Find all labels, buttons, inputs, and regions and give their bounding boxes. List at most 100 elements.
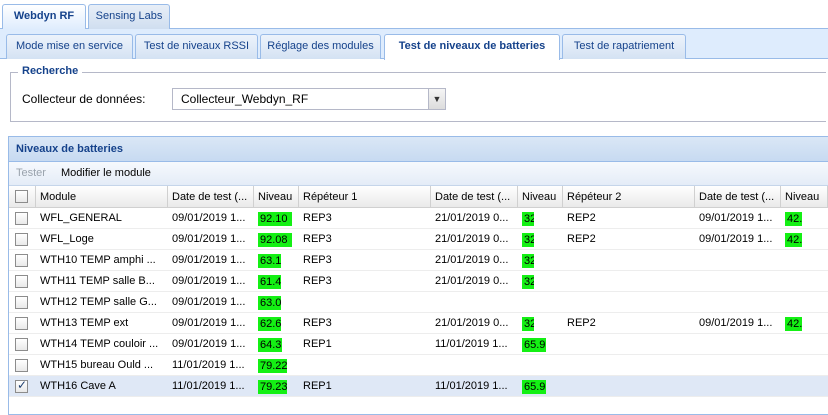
level1-cell: 32.80	[518, 313, 563, 334]
repeater2-cell: REP2	[567, 233, 596, 245]
date2-cell	[695, 271, 781, 292]
select-all-checkbox[interactable]	[15, 190, 28, 203]
header-date[interactable]: Date de test (...	[168, 186, 254, 208]
level-cell: 61.46	[254, 271, 299, 292]
test-button[interactable]: Tester	[16, 167, 46, 179]
level2-cell	[781, 334, 828, 355]
repeater1-cell: REP1	[303, 380, 332, 392]
grid-header: Module Date de test (... Niveau Répéteur…	[9, 186, 828, 208]
table-row[interactable]: WTH16 Cave A 11/01/2019 1... 79.23 REP1 11/0…	[9, 376, 828, 397]
date2-cell	[695, 355, 781, 376]
row-checkbox[interactable]	[15, 212, 28, 225]
tab-test-rssi[interactable]: Test de niveaux RSSI	[135, 34, 258, 59]
level2-cell	[781, 355, 828, 376]
header-level2[interactable]: Niveau	[781, 186, 828, 208]
battery-level-bar: 79.22	[258, 359, 287, 373]
battery-level-bar: 62.63	[258, 317, 281, 331]
level1-cell	[518, 292, 563, 313]
battery-level-bar: 42.76	[785, 233, 802, 247]
repeater2-cell	[563, 376, 695, 397]
repeater1-cell: REP3	[303, 212, 332, 224]
level1-cell: 32.80	[518, 271, 563, 292]
date1-cell: 11/01/2019 1...	[435, 380, 508, 392]
date1-cell	[431, 292, 518, 313]
table-row[interactable]: WFL_Loge 09/01/2019 1... 92.08 REP3 21/01/20…	[9, 229, 828, 250]
battery-level-bar: 92.10	[258, 212, 292, 226]
header-repeater2[interactable]: Répéteur 2	[563, 186, 695, 208]
battery-level-bar: 32.80	[522, 275, 534, 289]
tab-reglage-modules[interactable]: Réglage des modules	[260, 34, 381, 59]
header-select-all[interactable]	[9, 186, 36, 208]
date-cell: 11/01/2019 1...	[172, 359, 245, 371]
date-cell: 11/01/2019 1...	[172, 380, 245, 392]
repeater1-cell: REP3	[303, 275, 332, 287]
repeater2-cell	[563, 355, 695, 376]
row-checkbox[interactable]	[15, 233, 28, 246]
level1-cell: 65.91	[518, 334, 563, 355]
level2-cell	[781, 271, 828, 292]
level-cell: 62.63	[254, 313, 299, 334]
repeater2-cell	[563, 292, 695, 313]
row-checkbox[interactable]	[15, 338, 28, 351]
battery-level-bar: 79.23	[258, 380, 287, 394]
date2-cell	[695, 250, 781, 271]
level-cell: 92.08	[254, 229, 299, 250]
row-checkbox[interactable]	[15, 296, 28, 309]
panel-title: Niveaux de batteries	[16, 143, 123, 155]
table-row[interactable]: WTH10 TEMP amphi ... 09/01/2019 1... 63.18…	[9, 250, 828, 271]
battery-level-bar: 65.91	[522, 380, 546, 394]
date2-cell: 09/01/2019 1...	[699, 212, 773, 224]
level2-cell: 42.76	[781, 208, 828, 229]
table-row[interactable]: WTH13 TEMP ext 09/01/2019 1... 62.63 REP3 21…	[9, 313, 828, 334]
repeater2-cell	[563, 334, 695, 355]
date1-cell: 21/01/2019 0...	[435, 275, 509, 287]
module-cell: WTH14 TEMP couloir ...	[40, 338, 159, 350]
tab-mode-mise-en-service[interactable]: Mode mise en service	[6, 34, 133, 59]
repeater2-cell	[563, 271, 695, 292]
chevron-down-icon[interactable]: ▼	[428, 89, 445, 109]
row-checkbox[interactable]	[15, 378, 28, 393]
header-repeater1[interactable]: Répéteur 1	[299, 186, 431, 208]
header-module[interactable]: Module	[36, 186, 168, 208]
level-cell: 64.35	[254, 334, 299, 355]
header-level[interactable]: Niveau	[254, 186, 299, 208]
battery-level-bar: 32.80	[522, 254, 534, 268]
repeater1-cell	[299, 292, 431, 313]
date2-cell	[695, 292, 781, 313]
date2-cell	[695, 376, 781, 397]
tab-sensing-labs[interactable]: Sensing Labs	[88, 4, 170, 29]
grid-toolbar: Tester Modifier le module	[9, 162, 828, 186]
module-cell: WFL_Loge	[40, 233, 94, 245]
battery-level-bar: 42.76	[785, 212, 802, 226]
collector-select[interactable]: Collecteur_Webdyn_RF ▼	[172, 88, 446, 110]
row-checkbox[interactable]	[15, 254, 28, 267]
level2-cell: 42.76	[781, 313, 828, 334]
battery-level-bar: 32.80	[522, 212, 534, 226]
level-cell: 79.23	[254, 376, 299, 397]
row-checkbox[interactable]	[15, 275, 28, 288]
modify-module-button[interactable]: Modifier le module	[61, 167, 151, 179]
header-level1[interactable]: Niveau	[518, 186, 563, 208]
table-row[interactable]: WTH15 bureau Ould ... 11/01/2019 1... 79.2…	[9, 355, 828, 376]
table-row[interactable]: WFL_GENERAL 09/01/2019 1... 92.10 REP3 21/01…	[9, 208, 828, 229]
table-row[interactable]: WTH11 TEMP salle B... 09/01/2019 1... 61.4…	[9, 271, 828, 292]
repeater2-cell	[563, 250, 695, 271]
repeater1-cell	[299, 355, 431, 376]
table-row[interactable]: WTH14 TEMP couloir ... 09/01/2019 1... 64.…	[9, 334, 828, 355]
search-legend: Recherche	[18, 65, 83, 77]
row-checkbox[interactable]	[15, 317, 28, 330]
row-checkbox[interactable]	[15, 359, 28, 372]
tab-test-rapatriement[interactable]: Test de rapatriement	[562, 34, 686, 59]
tab-webdyn-rf[interactable]: Webdyn RF	[2, 4, 86, 30]
tab-test-batteries[interactable]: Test de niveaux de batteries	[384, 34, 560, 60]
battery-level-bar: 32.80	[522, 317, 534, 331]
header-date1[interactable]: Date de test (...	[431, 186, 518, 208]
date1-cell: 11/01/2019 1...	[435, 338, 508, 350]
date-cell: 09/01/2019 1...	[172, 275, 246, 287]
level1-cell: 65.91	[518, 376, 563, 397]
date-cell: 09/01/2019 1...	[172, 338, 246, 350]
level1-cell	[518, 355, 563, 376]
date1-cell: 21/01/2019 0...	[435, 212, 509, 224]
table-row[interactable]: WTH12 TEMP salle G... 09/01/2019 1... 63.0…	[9, 292, 828, 313]
header-date2[interactable]: Date de test (...	[695, 186, 781, 208]
